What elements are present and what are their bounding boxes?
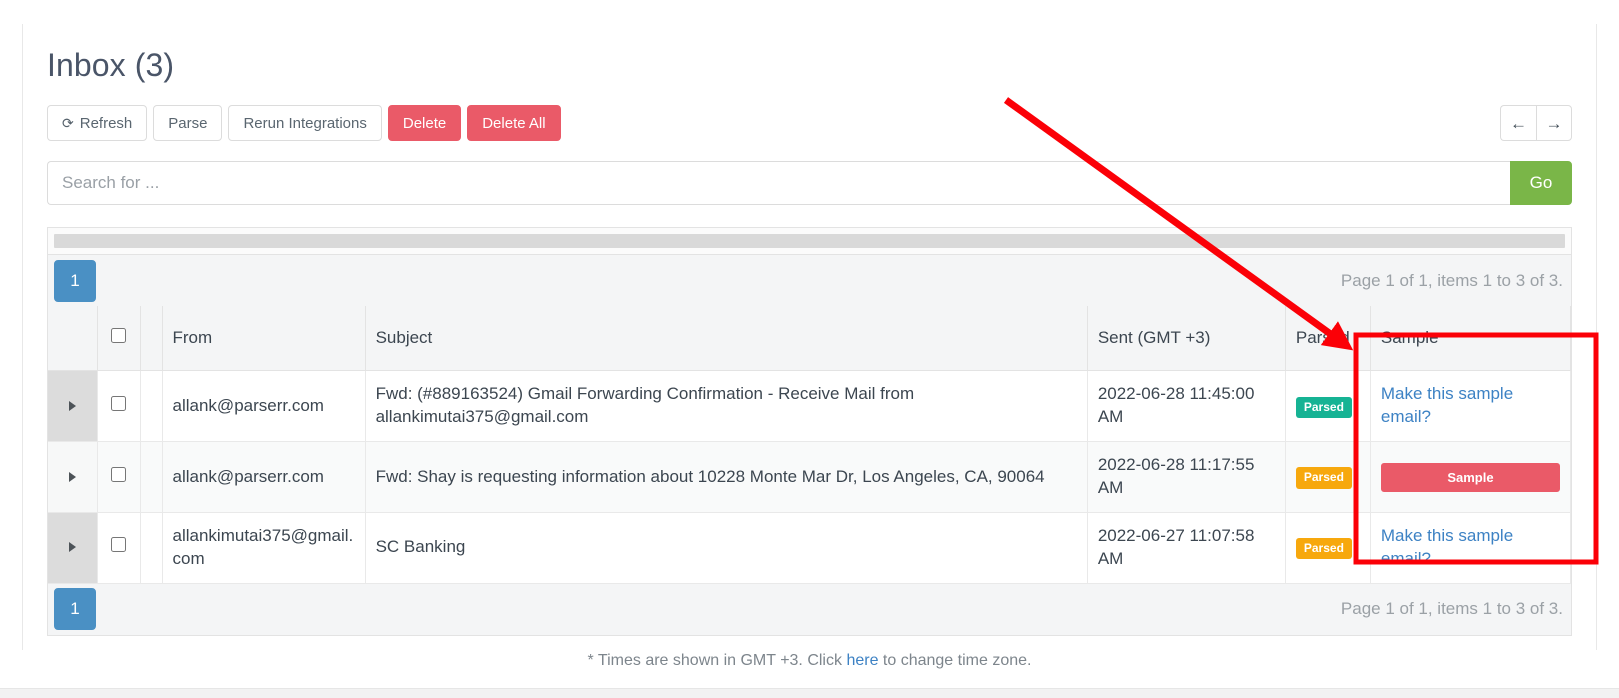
cell-subject: Fwd: (#889163524) Gmail Forwarding Confi… xyxy=(365,370,1088,443)
row-select-checkbox[interactable] xyxy=(111,466,127,482)
page-number-button-top[interactable]: 1 xyxy=(54,259,96,302)
row-select-checkbox[interactable] xyxy=(111,395,127,411)
email-grid-wrapper: From Subject Sent (GMT +3) Parsed Sample… xyxy=(47,306,1572,584)
select-all-checkbox[interactable] xyxy=(111,328,127,344)
cell-parsed: Parsed xyxy=(1285,441,1371,513)
header-parsed[interactable]: Parsed xyxy=(1285,306,1371,372)
cell-parsed: Parsed xyxy=(1285,512,1371,584)
pagination-top: 1 Page 1 of 1, items 1 to 3 of 3. xyxy=(47,254,1572,307)
cell-from: allank@parserr.com xyxy=(162,370,366,443)
cell-from: allankimutai375@gmail.com xyxy=(162,512,366,584)
cell-parsed: Parsed xyxy=(1285,370,1371,443)
arrow-left-icon: ← xyxy=(1510,113,1527,133)
status-badge: Parsed xyxy=(1295,467,1352,489)
parse-button[interactable]: Parse xyxy=(153,105,223,142)
horizontal-scroll-area xyxy=(47,227,1572,256)
table-row: allank@parserr.com Fwd: (#889163524) Gmai… xyxy=(48,370,1572,443)
prev-page-arrow-button[interactable]: ← xyxy=(1500,105,1536,142)
cell-sent: 2022-06-27 11:07:58 AM xyxy=(1087,512,1286,584)
cell-from: allank@parserr.com xyxy=(162,441,366,513)
select-all-cell xyxy=(108,316,130,360)
row-gap-cell xyxy=(140,441,163,513)
pagination-info-bottom: Page 1 of 1, items 1 to 3 of 3. xyxy=(1340,599,1563,619)
horizontal-scrollbar[interactable] xyxy=(54,234,1565,249)
cell-subject: Fwd: Shay is requesting information abou… xyxy=(365,441,1088,513)
nav-arrow-group: ← → xyxy=(1500,105,1572,142)
pagination-info-top: Page 1 of 1, items 1 to 3 of 3. xyxy=(1340,270,1563,290)
caret-right-icon xyxy=(68,471,76,482)
refresh-icon: ⟳ xyxy=(62,115,74,132)
search-go-button[interactable]: Go xyxy=(1510,161,1572,206)
row-select-cell xyxy=(97,370,141,443)
sample-button[interactable]: Sample xyxy=(1380,462,1560,492)
arrow-right-icon: → xyxy=(1545,113,1563,133)
row-select-checkbox[interactable] xyxy=(111,537,127,553)
inbox-page: Inbox (3) ⟳ Refresh Parse Rerun Integrat… xyxy=(0,0,1619,698)
cell-sent: 2022-06-28 11:45:00 AM xyxy=(1087,370,1286,443)
page-bottom-strip xyxy=(0,688,1619,698)
cell-sent: 2022-06-28 11:17:55 AM xyxy=(1087,441,1286,513)
status-badge: Parsed xyxy=(1295,538,1352,560)
cell-sample: Make this sample email? xyxy=(1370,512,1572,584)
header-subject[interactable]: Subject xyxy=(365,306,1088,372)
refresh-button-label: Refresh xyxy=(79,114,133,132)
refresh-button[interactable]: ⟳ Refresh xyxy=(47,105,148,142)
header-sent[interactable]: Sent (GMT +3) xyxy=(1087,306,1286,372)
cell-subject: SC Banking xyxy=(365,512,1088,584)
footnote-prefix: * Times are shown in GMT +3. Click xyxy=(587,651,847,669)
header-expand xyxy=(48,306,98,372)
make-sample-email-link[interactable]: Make this sample email? xyxy=(1381,526,1513,568)
header-from[interactable]: From xyxy=(162,306,366,372)
table-header: From Subject Sent (GMT +3) Parsed Sample xyxy=(48,306,1572,372)
toolbar: ⟳ Refresh Parse Rerun Integrations Delet… xyxy=(47,105,1572,142)
next-page-arrow-button[interactable]: → xyxy=(1536,105,1572,142)
email-table: From Subject Sent (GMT +3) Parsed Sample… xyxy=(48,306,1572,584)
row-select-cell xyxy=(97,441,141,513)
make-sample-email-link[interactable]: Make this sample email? xyxy=(1381,384,1513,426)
inbox-card: Inbox (3) ⟳ Refresh Parse Rerun Integrat… xyxy=(22,24,1597,669)
row-select-cell xyxy=(97,512,141,584)
expand-row-button[interactable] xyxy=(48,370,98,443)
page-title: Inbox (3) xyxy=(47,47,175,83)
table-row: allank@parserr.com Fwd: Shay is requestin… xyxy=(48,441,1572,513)
header-select-all xyxy=(97,306,141,372)
rerun-integrations-button[interactable]: Rerun Integrations xyxy=(228,105,382,142)
page-number-button-bottom[interactable]: 1 xyxy=(54,588,96,631)
action-button-group: ⟳ Refresh Parse Rerun Integrations Delet… xyxy=(47,105,561,142)
caret-right-icon xyxy=(68,542,76,553)
delete-all-button[interactable]: Delete All xyxy=(467,105,561,142)
header-sample[interactable]: Sample xyxy=(1370,306,1572,372)
table-row: allankimutai375@gmail.com SC Banking 2022-… xyxy=(48,512,1572,584)
timezone-change-link[interactable]: here xyxy=(846,652,878,669)
table-body: allank@parserr.com Fwd: (#889163524) Gmai… xyxy=(48,370,1572,584)
expand-row-button[interactable] xyxy=(48,441,98,513)
search-input[interactable] xyxy=(47,161,1510,206)
row-gap-cell xyxy=(140,370,163,443)
header-gap xyxy=(140,306,163,372)
row-gap-cell xyxy=(140,512,163,584)
table-header-row: From Subject Sent (GMT +3) Parsed Sample xyxy=(48,306,1572,372)
timezone-footnote: * Times are shown in GMT +3. Click here … xyxy=(47,636,1572,670)
caret-right-icon xyxy=(68,400,76,411)
cell-sample: Sample xyxy=(1370,441,1572,513)
card-content: Inbox (3) ⟳ Refresh Parse Rerun Integrat… xyxy=(23,24,1596,670)
cell-sample: Make this sample email? xyxy=(1370,370,1572,443)
pagination-bottom: 1 Page 1 of 1, items 1 to 3 of 3. xyxy=(47,583,1572,636)
delete-button[interactable]: Delete xyxy=(387,105,462,142)
footnote-suffix: to change time zone. xyxy=(878,651,1032,669)
status-badge: Parsed xyxy=(1295,396,1352,418)
expand-row-button[interactable] xyxy=(48,512,98,584)
search-bar: Go xyxy=(47,161,1572,206)
